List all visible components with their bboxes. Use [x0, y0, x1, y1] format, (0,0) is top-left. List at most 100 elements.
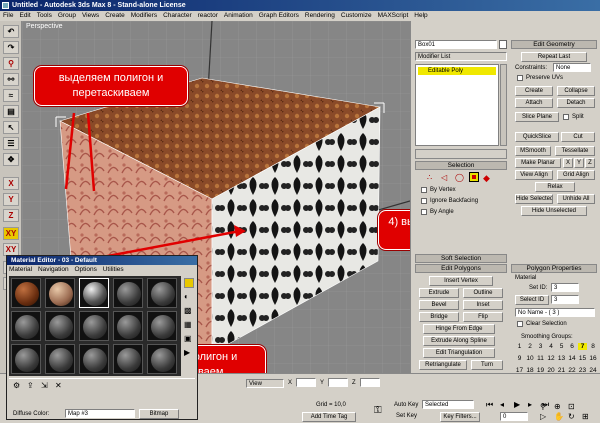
bevel-button[interactable]: Bevel	[419, 300, 459, 310]
border-mode-icon[interactable]: ◯	[455, 173, 464, 182]
material-slot-14[interactable]	[113, 344, 143, 374]
pan-icon[interactable]: ✋	[554, 412, 564, 421]
restrict-x-button[interactable]: X	[3, 177, 19, 190]
me-menu-options[interactable]: Options	[72, 266, 98, 273]
extrude-button[interactable]: Extrude	[419, 288, 459, 298]
material-slot-1[interactable]	[11, 278, 41, 308]
smoothing-group-10[interactable]: 10	[526, 355, 535, 362]
material-slot-7[interactable]	[45, 311, 75, 341]
stack-item-editable-poly[interactable]: Editable Poly	[418, 67, 496, 75]
material-slot-2[interactable]	[45, 278, 75, 308]
select-id-spinner[interactable]: 3	[551, 295, 579, 304]
vertex-mode-icon[interactable]: ∴	[427, 173, 432, 182]
unlink-icon[interactable]: ⚯	[3, 73, 19, 86]
play-icon[interactable]: ▶	[514, 400, 520, 409]
ignore-backfacing-checkbox[interactable]	[421, 198, 427, 204]
y-coord-field[interactable]	[328, 378, 348, 387]
menu-character[interactable]: Character	[160, 11, 195, 21]
menu-help[interactable]: Help	[411, 11, 430, 21]
msmooth-button[interactable]: MSmooth	[515, 146, 551, 156]
assign-material-icon[interactable]: ⇲	[41, 381, 48, 390]
extrude-along-spline-button[interactable]: Extrude Along Spline	[423, 336, 495, 346]
view-align-button[interactable]: View Align	[515, 170, 553, 180]
smoothing-group-5[interactable]: 5	[557, 343, 566, 350]
set-id-spinner[interactable]: 3	[551, 283, 579, 292]
unhide-all-button[interactable]: Unhide All	[557, 194, 595, 204]
select-id-button[interactable]: Select ID	[515, 295, 549, 305]
relax-button[interactable]: Relax	[535, 182, 575, 192]
planar-z-button[interactable]: Z	[585, 158, 595, 168]
material-slot-3[interactable]	[79, 278, 109, 308]
redo-icon[interactable]: ↷	[3, 41, 19, 54]
polygon-mode-icon[interactable]	[469, 172, 479, 182]
auto-key-label[interactable]: Auto Key	[394, 401, 418, 409]
smoothing-group-4[interactable]: 4	[547, 343, 556, 350]
edge-mode-icon[interactable]: ◁	[441, 173, 447, 182]
by-vertex-checkbox[interactable]	[421, 187, 427, 193]
modifier-stack[interactable]: Editable Poly	[415, 64, 499, 146]
edit-triangulation-button[interactable]: Edit Triangulation	[423, 348, 495, 358]
clear-selection-checkbox[interactable]	[517, 321, 523, 327]
hinge-from-edge-button[interactable]: Hinge From Edge	[423, 324, 495, 334]
menu-modifiers[interactable]: Modifiers	[128, 11, 160, 21]
planar-x-button[interactable]: X	[563, 158, 573, 168]
orbit-icon[interactable]: ↻	[568, 412, 575, 421]
me-menu-utilities[interactable]: Utilities	[101, 266, 126, 273]
smoothing-group-3[interactable]: 3	[536, 343, 545, 350]
viewport-label[interactable]: Perspective	[26, 23, 63, 30]
smoothing-group-1[interactable]: 1	[515, 343, 524, 350]
smoothing-group-13[interactable]: 13	[557, 355, 566, 362]
detach-button[interactable]: Detach	[557, 98, 595, 108]
select-object-icon[interactable]: ↖	[3, 121, 19, 134]
split-checkbox[interactable]	[563, 114, 569, 120]
menu-edit[interactable]: Edit	[16, 11, 33, 21]
menu-graph-editors[interactable]: Graph Editors	[256, 11, 302, 21]
zoom-icon[interactable]: ⚲	[540, 402, 546, 411]
material-slot-9[interactable]	[113, 311, 143, 341]
smoothing-group-8[interactable]: 8	[589, 343, 598, 350]
attach-button[interactable]: Attach	[515, 98, 553, 108]
hide-selected-button[interactable]: Hide Selected	[515, 194, 553, 204]
restrict-xy-button[interactable]: XY	[3, 227, 19, 240]
planar-y-button[interactable]: Y	[574, 158, 584, 168]
element-mode-icon[interactable]: ◆	[483, 173, 490, 184]
field-of-view-icon[interactable]: ▷	[540, 412, 546, 421]
get-material-icon[interactable]: ⚙	[13, 381, 20, 390]
hide-unselected-button[interactable]: Hide Unselected	[521, 206, 587, 216]
polygon-properties-rollout-header[interactable]: Polygon Properties	[511, 264, 597, 273]
undo-icon[interactable]: ↶	[3, 25, 19, 38]
key-filters-button[interactable]: Key Filters...	[440, 412, 480, 422]
insert-vertex-button[interactable]: Insert Vertex	[429, 276, 493, 286]
me-menu-navigation[interactable]: Navigation	[36, 266, 71, 273]
by-angle-checkbox[interactable]	[421, 209, 427, 215]
cut-button[interactable]: Cut	[561, 132, 595, 142]
reset-map-icon[interactable]: ✕	[55, 381, 62, 390]
select-filter-icon[interactable]: ▤	[3, 105, 19, 118]
menu-views[interactable]: Views	[79, 11, 102, 21]
make-preview-icon[interactable]: ▶	[184, 348, 190, 357]
smoothing-group-2[interactable]: 2	[526, 343, 535, 350]
material-slot-10[interactable]	[147, 311, 177, 341]
material-slot-15[interactable]	[147, 344, 177, 374]
bridge-button[interactable]: Bridge	[419, 312, 459, 322]
smoothing-group-7[interactable]: 7	[578, 343, 587, 350]
flip-button[interactable]: Flip	[463, 312, 503, 322]
preserve-uvs-checkbox[interactable]	[517, 75, 523, 81]
current-frame-field[interactable]: 0	[500, 412, 528, 421]
key-icon[interactable]: ⚿	[374, 405, 382, 416]
me-menu-material[interactable]: Material	[7, 266, 34, 273]
sample-type-icon[interactable]	[184, 278, 194, 288]
outline-button[interactable]: Outline	[463, 288, 503, 298]
material-slot-6[interactable]	[11, 311, 41, 341]
soft-selection-rollout-header[interactable]: Soft Selection	[415, 254, 507, 263]
set-key-label[interactable]: Set Key	[396, 412, 417, 420]
select-by-name-icon[interactable]: ☰	[3, 137, 19, 150]
selection-rollout-header[interactable]: Selection	[415, 161, 507, 170]
menu-group[interactable]: Group	[55, 11, 79, 21]
video-color-check-icon[interactable]: ▣	[184, 334, 192, 343]
view-dropdown[interactable]: View	[246, 379, 284, 388]
bind-spacewarp-icon[interactable]: ≈	[3, 89, 19, 102]
menu-customize[interactable]: Customize	[338, 11, 375, 21]
zoom-all-icon[interactable]: ⊕	[554, 402, 561, 411]
menu-rendering[interactable]: Rendering	[302, 11, 338, 21]
